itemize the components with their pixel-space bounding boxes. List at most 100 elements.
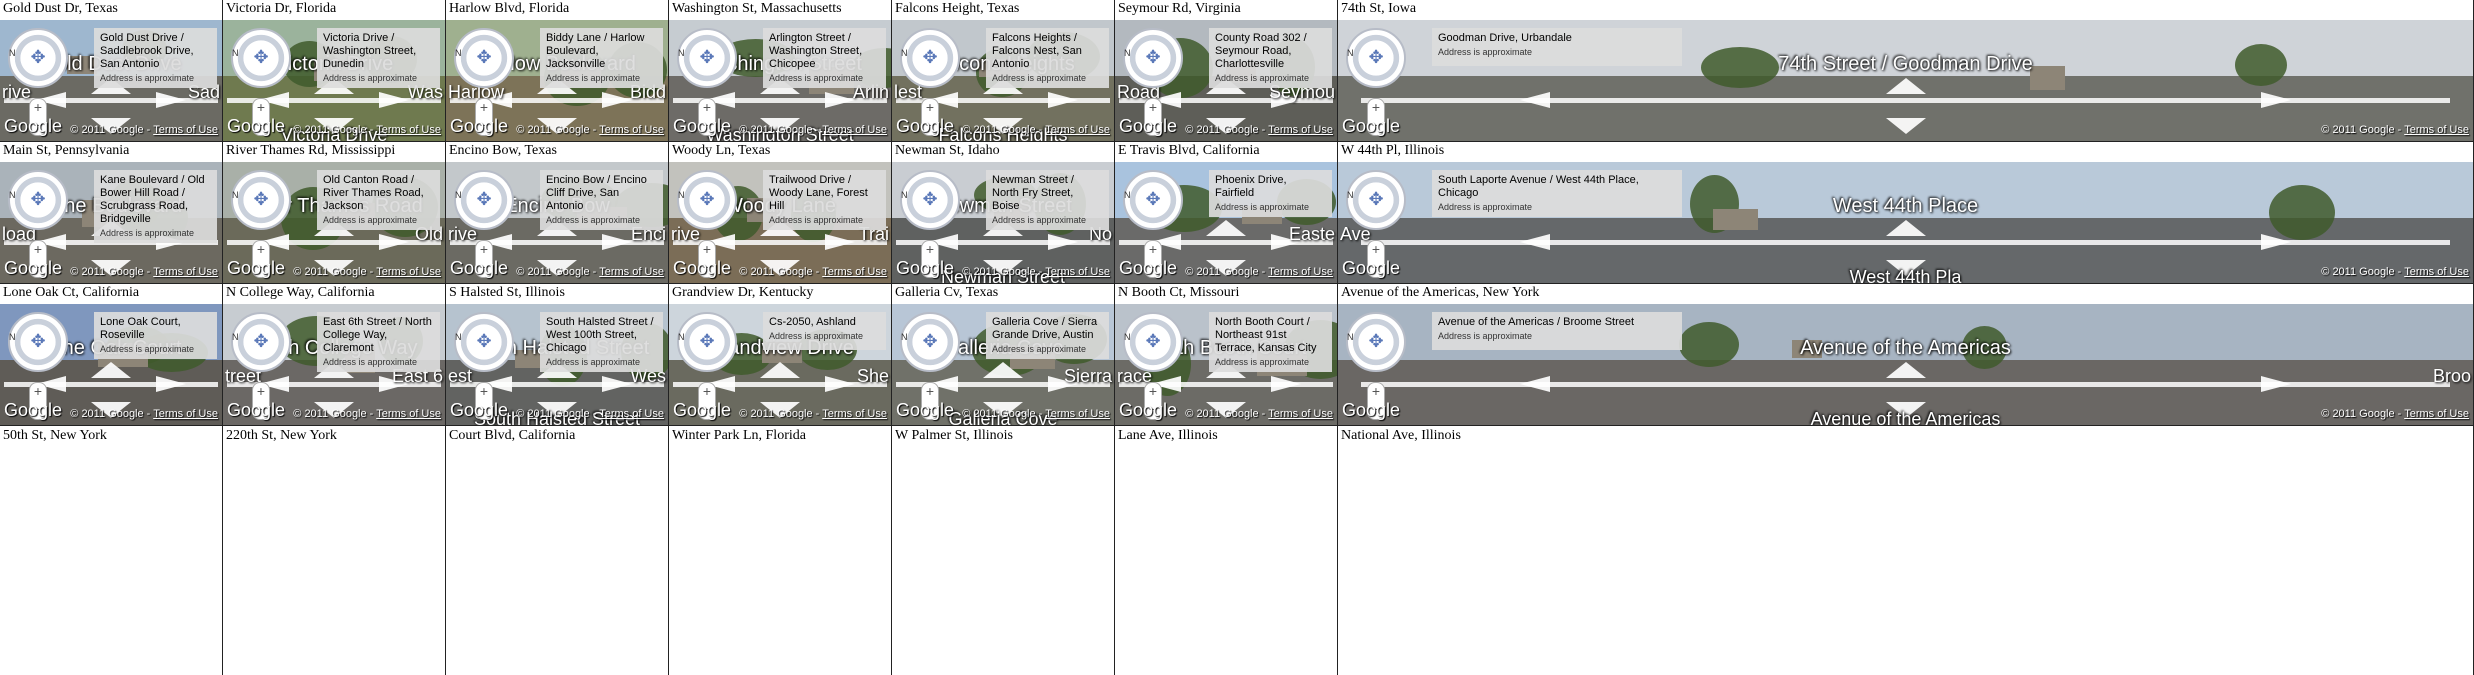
navigation-compass[interactable]: ✥ N xyxy=(1346,28,1406,88)
street-view-panorama[interactable]: North Booth Court race ✥ N + − North Boo… xyxy=(1115,304,1337,425)
street-view-panorama[interactable]: Gold Dust Drive rive Sad ✥ N + − Gold Du… xyxy=(0,20,222,141)
compass-arrows-icon[interactable]: ✥ xyxy=(473,47,495,69)
street-view-panorama[interactable]: Washington Street Arlin Washington Stree… xyxy=(669,20,891,141)
move-right-arrow[interactable] xyxy=(602,376,633,392)
streetview-tile-partial[interactable]: Winter Park Ln, Florida xyxy=(669,426,892,675)
move-right-arrow[interactable] xyxy=(1048,92,1079,108)
zoom-in-button[interactable]: + xyxy=(922,383,938,401)
street-view-panorama[interactable]: Victoria Drive Was Victoria Drive ✥ N + … xyxy=(223,20,445,141)
street-view-panorama[interactable]: Avenue of the Americas Broo Avenue of th… xyxy=(1338,304,2473,425)
navigation-compass[interactable]: ✥ N xyxy=(1346,312,1406,372)
navigation-compass[interactable]: ✥ N xyxy=(900,312,960,372)
compass-arrows-icon[interactable]: ✥ xyxy=(1365,189,1387,211)
zoom-in-button[interactable]: + xyxy=(699,241,715,259)
compass-arrows-icon[interactable]: ✥ xyxy=(250,189,272,211)
streetview-tile[interactable]: Avenue of the Americas, New York Avenue … xyxy=(1338,284,2474,426)
compass-arrows-icon[interactable]: ✥ xyxy=(696,47,718,69)
streetview-tile[interactable]: Harlow Blvd, Florida Harlow Boulevard Ha… xyxy=(446,0,669,142)
move-right-arrow[interactable] xyxy=(1271,376,1302,392)
move-right-arrow[interactable] xyxy=(2261,92,2292,108)
move-right-arrow[interactable] xyxy=(2261,376,2292,392)
navigation-compass[interactable]: ✥ N xyxy=(8,170,68,230)
move-left-arrow[interactable] xyxy=(1519,92,1550,108)
streetview-tile-partial[interactable]: Lane Ave, Illinois xyxy=(1115,426,1338,675)
navigation-compass[interactable]: ✥ N xyxy=(8,312,68,372)
compass-arrows-icon[interactable]: ✥ xyxy=(1142,331,1164,353)
terms-of-use-link[interactable]: Terms of Use xyxy=(2404,266,2469,278)
zoom-in-button[interactable]: + xyxy=(476,99,492,117)
street-view-panorama[interactable]: Falcons Heights lest Falcons Heights ✥ N… xyxy=(892,20,1114,141)
zoom-in-button[interactable]: + xyxy=(699,383,715,401)
streetview-tile-partial[interactable]: 50th St, New York xyxy=(0,426,223,675)
streetview-tile[interactable]: N Booth Ct, Missouri North Booth Court r… xyxy=(1115,284,1338,426)
streetview-tile[interactable]: E Travis Blvd, California Easte ✥ N + − … xyxy=(1115,142,1338,284)
zoom-in-button[interactable]: + xyxy=(1368,383,1384,401)
compass-arrows-icon[interactable]: ✥ xyxy=(696,189,718,211)
streetview-tile[interactable]: Washington St, Massachusetts Washington … xyxy=(669,0,892,142)
terms-of-use-link[interactable]: Terms of Use xyxy=(376,266,441,278)
navigation-compass[interactable]: ✥ N xyxy=(900,28,960,88)
move-left-arrow[interactable] xyxy=(1519,234,1550,250)
street-view-panorama[interactable]: Encino Bow rive Enci ✥ N + − Encino Bow … xyxy=(446,162,668,283)
terms-of-use-link[interactable]: Terms of Use xyxy=(376,408,441,420)
navigation-compass[interactable]: ✥ N xyxy=(1123,170,1183,230)
streetview-tile-partial[interactable]: W Palmer St, Illinois xyxy=(892,426,1115,675)
navigation-compass[interactable]: ✥ N xyxy=(1123,312,1183,372)
compass-arrows-icon[interactable]: ✥ xyxy=(919,189,941,211)
navigation-compass[interactable]: ✥ N xyxy=(454,312,514,372)
zoom-in-button[interactable]: + xyxy=(1145,241,1161,259)
street-view-panorama[interactable]: Harlow Boulevard Harlow Bidd ✥ N + − Bid… xyxy=(446,20,668,141)
zoom-in-button[interactable]: + xyxy=(476,241,492,259)
move-right-arrow[interactable] xyxy=(156,92,187,108)
zoom-in-button[interactable]: + xyxy=(253,383,269,401)
streetview-tile[interactable]: Lone Oak Ct, California Lone Oak Court ✥ xyxy=(0,284,223,426)
move-forward-arrow[interactable] xyxy=(983,362,1023,378)
terms-of-use-link[interactable]: Terms of Use xyxy=(822,408,887,420)
zoom-in-button[interactable]: + xyxy=(922,99,938,117)
compass-arrows-icon[interactable]: ✥ xyxy=(473,189,495,211)
zoom-in-button[interactable]: + xyxy=(253,99,269,117)
terms-of-use-link[interactable]: Terms of Use xyxy=(599,124,664,136)
street-view-panorama[interactable]: West 44th Place Ave West 44th Pla ✥ N + … xyxy=(1338,162,2473,283)
street-view-panorama[interactable]: Woody Lane rive Trai ✥ N + − Trailwood D… xyxy=(669,162,891,283)
streetview-tile[interactable]: Victoria Dr, Florida Victoria Drive Was … xyxy=(223,0,446,142)
compass-arrows-icon[interactable]: ✥ xyxy=(27,189,49,211)
move-right-arrow[interactable] xyxy=(2261,234,2292,250)
zoom-in-button[interactable]: + xyxy=(30,241,46,259)
street-view-panorama[interactable]: Lone Oak Court ✥ N + − Lone Oak Court, R… xyxy=(0,304,222,425)
move-right-arrow[interactable] xyxy=(379,234,410,250)
terms-of-use-link[interactable]: Terms of Use xyxy=(1268,408,1333,420)
navigation-compass[interactable]: ✥ N xyxy=(231,28,291,88)
terms-of-use-link[interactable]: Terms of Use xyxy=(1045,124,1110,136)
navigation-compass[interactable]: ✥ N xyxy=(677,170,737,230)
navigation-compass[interactable]: ✥ N xyxy=(231,170,291,230)
move-right-arrow[interactable] xyxy=(825,234,856,250)
navigation-compass[interactable]: ✥ N xyxy=(231,312,291,372)
move-right-arrow[interactable] xyxy=(1048,234,1079,250)
streetview-tile[interactable]: Encino Bow, Texas Encino Bow rive Enci ✥ xyxy=(446,142,669,284)
terms-of-use-link[interactable]: Terms of Use xyxy=(1268,124,1333,136)
compass-arrows-icon[interactable]: ✥ xyxy=(27,331,49,353)
compass-arrows-icon[interactable]: ✥ xyxy=(1142,189,1164,211)
streetview-tile[interactable]: Falcons Height, Texas Falcons Heights le… xyxy=(892,0,1115,142)
move-right-arrow[interactable] xyxy=(825,92,856,108)
navigation-compass[interactable]: ✥ N xyxy=(8,28,68,88)
zoom-in-button[interactable]: + xyxy=(30,99,46,117)
streetview-tile[interactable]: Seymour Rd, Virginia Road Seymou ✥ N + −… xyxy=(1115,0,1338,142)
move-forward-arrow[interactable] xyxy=(1885,362,1926,378)
street-view-panorama[interactable]: River Thames Road Old ✥ N + − Old Canton… xyxy=(223,162,445,283)
move-right-arrow[interactable] xyxy=(156,376,187,392)
move-forward-arrow[interactable] xyxy=(760,362,800,378)
terms-of-use-link[interactable]: Terms of Use xyxy=(2404,124,2469,136)
terms-of-use-link[interactable]: Terms of Use xyxy=(822,124,887,136)
streetview-tile[interactable]: Grandview Dr, Kentucky Grandview Drive S… xyxy=(669,284,892,426)
move-right-arrow[interactable] xyxy=(602,234,633,250)
streetview-tile[interactable]: N College Way, California North College … xyxy=(223,284,446,426)
streetview-tile[interactable]: S Halsted St, Illinois South Halsted Str… xyxy=(446,284,669,426)
streetview-tile[interactable]: Gold Dust Dr, Texas Gold Dust Drive rive… xyxy=(0,0,223,142)
compass-arrows-icon[interactable]: ✥ xyxy=(1365,47,1387,69)
terms-of-use-link[interactable]: Terms of Use xyxy=(153,408,218,420)
compass-arrows-icon[interactable]: ✥ xyxy=(919,47,941,69)
navigation-compass[interactable]: ✥ N xyxy=(677,28,737,88)
street-view-panorama[interactable]: Easte ✥ N + − Phoenix Drive, Fairfield A… xyxy=(1115,162,1337,283)
